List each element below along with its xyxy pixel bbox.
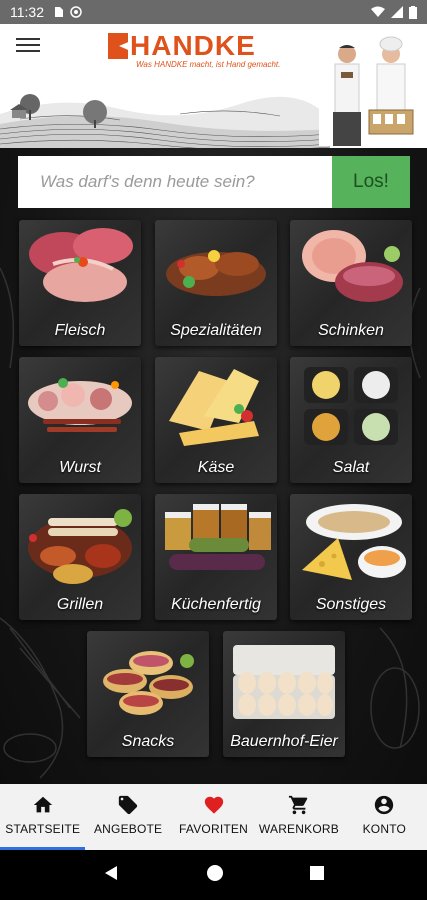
- category-label: Spezialitäten: [170, 322, 262, 339]
- category-tile-schinken[interactable]: Schinken: [290, 220, 412, 346]
- nav-favoriten[interactable]: FAVORITEN: [171, 784, 256, 850]
- fleisch-image: [29, 228, 133, 302]
- handke-logo: HANDKE: [108, 30, 256, 62]
- search-input[interactable]: [18, 156, 332, 208]
- sonstiges-image: [302, 504, 406, 580]
- cart-icon: [288, 795, 308, 815]
- sim-card-icon: [55, 7, 63, 17]
- nav-label: ANGEBOTE: [93, 822, 163, 836]
- wurst-image: [28, 378, 132, 432]
- category-label: Sonstiges: [315, 596, 387, 613]
- main-content: Los! Fleisch Spezialitäten Schi: [0, 148, 427, 784]
- battery-icon: [409, 5, 417, 19]
- category-tile-fleisch[interactable]: Fleisch: [19, 220, 141, 346]
- category-label: Salat: [332, 459, 370, 476]
- category-tile-wurst[interactable]: Wurst: [19, 357, 141, 483]
- category-label: Bauernhof-Eier: [230, 733, 338, 750]
- category-tile-spezialitaeten[interactable]: Spezialitäten: [155, 220, 277, 346]
- category-label: Snacks: [121, 733, 175, 750]
- nav-angebote[interactable]: ANGEBOTE: [85, 784, 170, 850]
- eier-image: [233, 645, 335, 719]
- category-label: Grillen: [56, 596, 104, 613]
- search-bar: Los!: [18, 156, 410, 208]
- back-icon[interactable]: [103, 864, 121, 887]
- nav-label: STARTSEITE: [5, 822, 81, 836]
- account-icon: [375, 795, 394, 815]
- category-label: Schinken: [318, 322, 384, 339]
- nav-label: WARENKORB: [258, 822, 339, 836]
- spezialitaeten-image: [166, 250, 266, 296]
- category-tile-sonstiges[interactable]: Sonstiges: [290, 494, 412, 620]
- status-bar: 11:32: [0, 0, 427, 24]
- status-time: 11:32: [10, 4, 44, 20]
- grillen-image: [28, 509, 132, 584]
- app-header: HANDKE Was HANDKE macht, ist Hand gemach…: [0, 24, 427, 148]
- system-navigation-bar: [0, 850, 427, 900]
- category-tile-grillen[interactable]: Grillen: [19, 494, 141, 620]
- category-tile-snacks[interactable]: Snacks: [87, 631, 209, 757]
- landscape-illustration: [0, 94, 330, 148]
- nav-warenkorb[interactable]: WARENKORB: [256, 784, 341, 850]
- home-icon: [33, 796, 52, 813]
- nav-label: KONTO: [362, 822, 407, 836]
- tag-icon: [118, 795, 138, 815]
- wifi-icon: [371, 6, 385, 17]
- at-sign-icon: [70, 6, 82, 18]
- logo-mark-icon: [108, 33, 128, 59]
- category-label: Käse: [197, 459, 235, 476]
- category-tile-bauernhof-eier[interactable]: Bauernhof-Eier: [223, 631, 345, 757]
- schinken-image: [302, 230, 403, 302]
- heart-icon: [204, 796, 223, 814]
- cell-signal-icon: [391, 6, 403, 18]
- tagline: Was HANDKE macht, ist Hand gemacht.: [136, 60, 281, 69]
- salat-image: [304, 367, 398, 445]
- category-tile-kaese[interactable]: Käse: [155, 357, 277, 483]
- category-label: Küchenfertig: [171, 596, 261, 613]
- recents-icon[interactable]: [309, 865, 325, 886]
- nav-startseite[interactable]: STARTSEITE: [0, 784, 86, 850]
- menu-icon[interactable]: [16, 34, 40, 54]
- kuechenfertig-image: [165, 504, 271, 570]
- nav-label: FAVORITEN: [179, 822, 248, 836]
- search-button[interactable]: Los!: [332, 156, 410, 208]
- bottom-navigation: STARTSEITE ANGEBOTE FAVORITEN WARENKORB …: [0, 784, 427, 850]
- kaese-image: [169, 369, 259, 446]
- category-tile-salat[interactable]: Salat: [290, 357, 412, 483]
- category-label: Wurst: [59, 459, 101, 476]
- category-label: Fleisch: [54, 322, 106, 339]
- category-tile-kuechenfertig[interactable]: Küchenfertig: [155, 494, 277, 620]
- home-button-icon[interactable]: [206, 864, 224, 887]
- snacks-image: [103, 651, 194, 715]
- butchers-photo: [319, 32, 419, 146]
- logo-text: HANDKE: [130, 30, 256, 61]
- nav-konto[interactable]: KONTO: [342, 784, 427, 850]
